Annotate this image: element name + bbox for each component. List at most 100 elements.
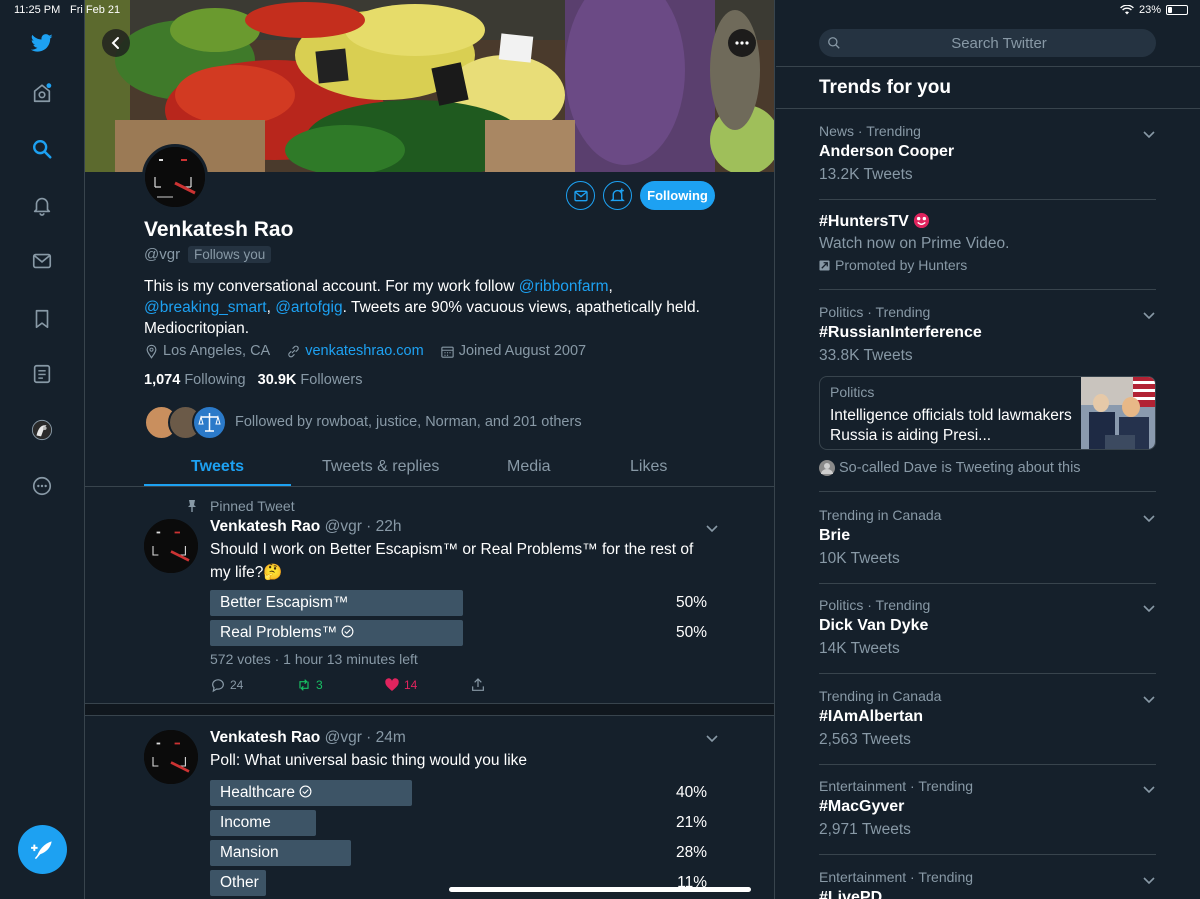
trend-context: Entertainment · Trending [819,869,974,885]
trend-context: Trending in Canada [819,688,942,704]
home-icon[interactable] [30,81,54,105]
tweet[interactable]: Venkatesh Rao @vgr · 24m Poll: What univ… [85,716,774,899]
followers-count-link[interactable]: 30.9K Followers [258,372,363,388]
profile-joined-date: Joined August 2007 [458,343,587,359]
chevron-down-icon[interactable] [1142,308,1156,322]
retweet-count: 3 [316,678,323,692]
tweet-author-name[interactable]: Venkatesh Rao [210,518,320,535]
following-count: 1,074 [144,372,181,388]
pinned-tweet[interactable]: Pinned Tweet Venkatesh Rao @vgr · 22h Sh… [85,488,774,703]
trend-name: Dick Van Dyke [819,617,929,634]
trend-count: 33.8K Tweets [819,347,913,364]
poll-option-label: Better Escapism™ [220,594,349,611]
vgr-avatar-art [144,730,198,784]
trend-count: 2,971 Tweets [819,821,911,838]
heart-icon [385,678,399,691]
link-icon [288,345,299,357]
news-card[interactable]: Politics Intelligence officials told law… [819,376,1156,450]
tab-tweets-and-replies[interactable]: Tweets & replies [322,458,439,476]
chevron-down-icon[interactable] [1142,692,1156,706]
lists-icon[interactable] [30,362,54,386]
twitter-logo-icon[interactable] [30,31,54,55]
trend-count: 2,563 Tweets [819,731,911,748]
bio-mention-ribbonfarm[interactable]: @ribbonfarm [519,278,609,295]
share-button[interactable] [470,677,486,693]
profile-website-link[interactable]: venkateshrao.com [305,343,423,359]
follows-you-badge: Follows you [188,246,272,263]
status-date: Fri Feb 21 [70,4,121,16]
tab-tweets[interactable]: Tweets [191,458,244,476]
trends-title: Trends for you [819,77,951,98]
calendar-icon [441,346,454,358]
trend-item[interactable]: Entertainment · Trending #LivePD [819,869,1156,899]
trend-context: News · Trending [819,123,921,139]
bio-text: This is my conversational account. For m… [144,278,519,295]
following-count-link[interactable]: 1,074 Following [144,372,246,388]
trend-context: Entertainment · Trending [819,778,974,794]
more-options-button[interactable] [728,29,756,57]
tab-likes[interactable]: Likes [630,458,667,476]
profile-bio: This is my conversational account. For m… [144,276,744,339]
promoted-trend-item[interactable]: #HuntersTV Watch now on Prime Video. Pro… [819,212,1156,290]
poll-option-percent: 50% [675,594,707,611]
bookmark-icon[interactable] [30,307,54,331]
trend-item[interactable]: Trending in Canada Brie 10K Tweets [819,507,1156,584]
trend-item[interactable]: Politics · Trending Dick Van Dyke 14K Tw… [819,597,1156,674]
trend-item[interactable]: News · Trending Anderson Cooper 13.2K Tw… [819,123,1156,200]
compose-tweet-button[interactable] [18,825,67,874]
compose-feather-icon [30,840,52,859]
bio-separator: , [266,299,276,316]
trend-name: Anderson Cooper [819,143,955,160]
promo-description: Watch now on Prime Video. [819,235,1010,252]
bio-mention-breaking-smart[interactable]: @breaking_smart [144,299,267,316]
status-indicators: 23% [1120,4,1188,16]
chevron-down-icon[interactable] [1142,511,1156,525]
search-input[interactable] [849,29,1149,57]
poll-option: Other 11% [210,870,707,896]
following-button[interactable]: Following [640,181,715,210]
profile-display-name: Venkatesh Rao [144,218,294,241]
battery-percent: 23% [1138,4,1161,16]
like-button[interactable]: 14 [384,677,417,693]
search-box[interactable] [819,29,1156,57]
trend-item[interactable]: Trending in Canada #IAmAlbertan 2,563 Tw… [819,688,1156,765]
notify-user-button[interactable] [603,181,632,210]
tab-media[interactable]: Media [507,458,551,476]
search-icon[interactable] [30,137,54,161]
trend-item[interactable]: Entertainment · Trending #MacGyver 2,971… [819,778,1156,855]
followed-by-row[interactable]: Followed by rowboat, justice, Norman, an… [144,405,744,440]
profile-avatar[interactable] [142,144,208,210]
reply-button[interactable]: 24 [210,677,243,693]
retweet-icon [299,679,309,691]
tweet-handle-time: @vgr · 22h [324,518,402,535]
back-button[interactable] [102,29,130,57]
user-avatar-icon [819,460,835,476]
chevron-down-icon[interactable] [1142,873,1156,887]
chevron-down-icon[interactable] [1142,782,1156,796]
tweet-header: Venkatesh Rao @vgr · 24m [210,729,406,747]
reply-icon [212,679,224,693]
tweet-handle-time: @vgr · 24m [324,729,406,746]
profile-avatar-icon[interactable] [30,418,54,442]
more-options-icon[interactable] [30,474,54,498]
trend-context: Trending in Canada [819,507,942,523]
notifications-bell-icon[interactable] [30,193,54,217]
bell-plus-icon [610,188,625,202]
tweet-chevron-down-icon[interactable] [705,731,719,745]
messages-envelope-icon[interactable] [30,249,54,273]
tweeting-about-row[interactable]: So-called Dave is Tweeting about this [819,460,1081,476]
bio-mention-artofgig[interactable]: @artofgig [275,299,342,316]
trend-name: #MacGyver [819,798,905,815]
chevron-down-icon[interactable] [1142,127,1156,141]
tweet-author-avatar[interactable] [144,519,198,573]
retweet-button[interactable]: 3 [296,677,323,693]
share-icon [472,678,484,691]
chevron-down-icon[interactable] [1142,601,1156,615]
trend-name: #LivePD [819,889,883,899]
tweet-author-avatar[interactable] [144,730,198,784]
poll-option-label: Mansion [220,844,279,861]
home-indicator[interactable] [449,887,751,892]
tweet-author-name[interactable]: Venkatesh Rao [210,729,320,746]
tweet-chevron-down-icon[interactable] [705,521,719,535]
message-user-button[interactable] [566,181,595,210]
